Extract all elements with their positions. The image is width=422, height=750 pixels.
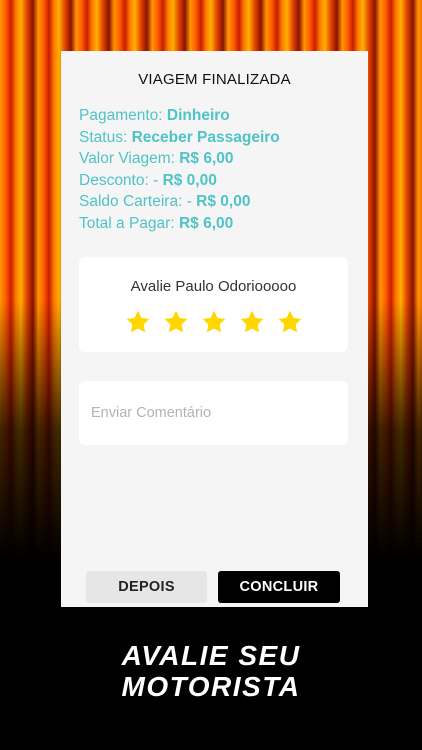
- discount-label: Desconto: -: [79, 171, 163, 189]
- star-rating: [79, 309, 348, 335]
- wallet-balance-row: Saldo Carteira: - R$ 0,00: [79, 191, 280, 213]
- later-button[interactable]: DEPOIS: [86, 571, 207, 603]
- tagline-line-1: AVALIE SEU: [121, 640, 301, 671]
- star-icon[interactable]: [125, 309, 151, 335]
- trip-value-row: Valor Viagem: R$ 6,00: [79, 148, 280, 170]
- wallet-balance-amount: R$ 0,00: [196, 193, 251, 211]
- discount-amount: R$ 0,00: [162, 171, 217, 189]
- total-label: Total a Pagar:: [79, 214, 179, 232]
- comment-input[interactable]: [91, 401, 336, 425]
- payment-value: Dinheiro: [166, 107, 230, 124]
- status-value: Receber Passageiro: [131, 128, 280, 146]
- payment-label: Pagamento:: [79, 107, 167, 124]
- comment-box: [79, 381, 348, 445]
- tagline: AVALIE SEU MOTORISTA: [0, 640, 422, 702]
- trip-info: Pagamento: Dinheiro Status: Receber Pass…: [79, 105, 280, 235]
- total-row: Total a Pagar: R$ 6,00: [79, 213, 280, 235]
- payment-row: Pagamento: Dinheiro: [79, 105, 280, 127]
- star-icon[interactable]: [201, 309, 227, 335]
- rating-title: Avalie Paulo Odoriooooo: [130, 278, 297, 295]
- rating-box: Avalie Paulo Odoriooooo: [79, 257, 348, 352]
- wallet-balance-label: Saldo Carteira: -: [79, 193, 197, 211]
- total-amount: R$ 6,00: [178, 214, 234, 232]
- star-icon[interactable]: [277, 309, 303, 335]
- card-title: VIAGEM FINALIZADA: [138, 71, 291, 88]
- discount-row: Desconto: - R$ 0,00: [79, 170, 280, 192]
- tagline-line-2: MOTORISTA: [121, 671, 301, 702]
- status-row: Status: Receber Passageiro: [79, 127, 280, 149]
- finish-button[interactable]: CONCLUIR: [218, 571, 340, 603]
- star-icon[interactable]: [163, 309, 189, 335]
- trip-value-label: Valor Viagem:: [79, 150, 180, 168]
- trip-value-amount: R$ 6,00: [179, 150, 234, 168]
- trip-finished-card: VIAGEM FINALIZADA Pagamento: Dinheiro St…: [61, 51, 368, 607]
- star-icon[interactable]: [239, 309, 265, 335]
- status-label: Status:: [79, 128, 132, 146]
